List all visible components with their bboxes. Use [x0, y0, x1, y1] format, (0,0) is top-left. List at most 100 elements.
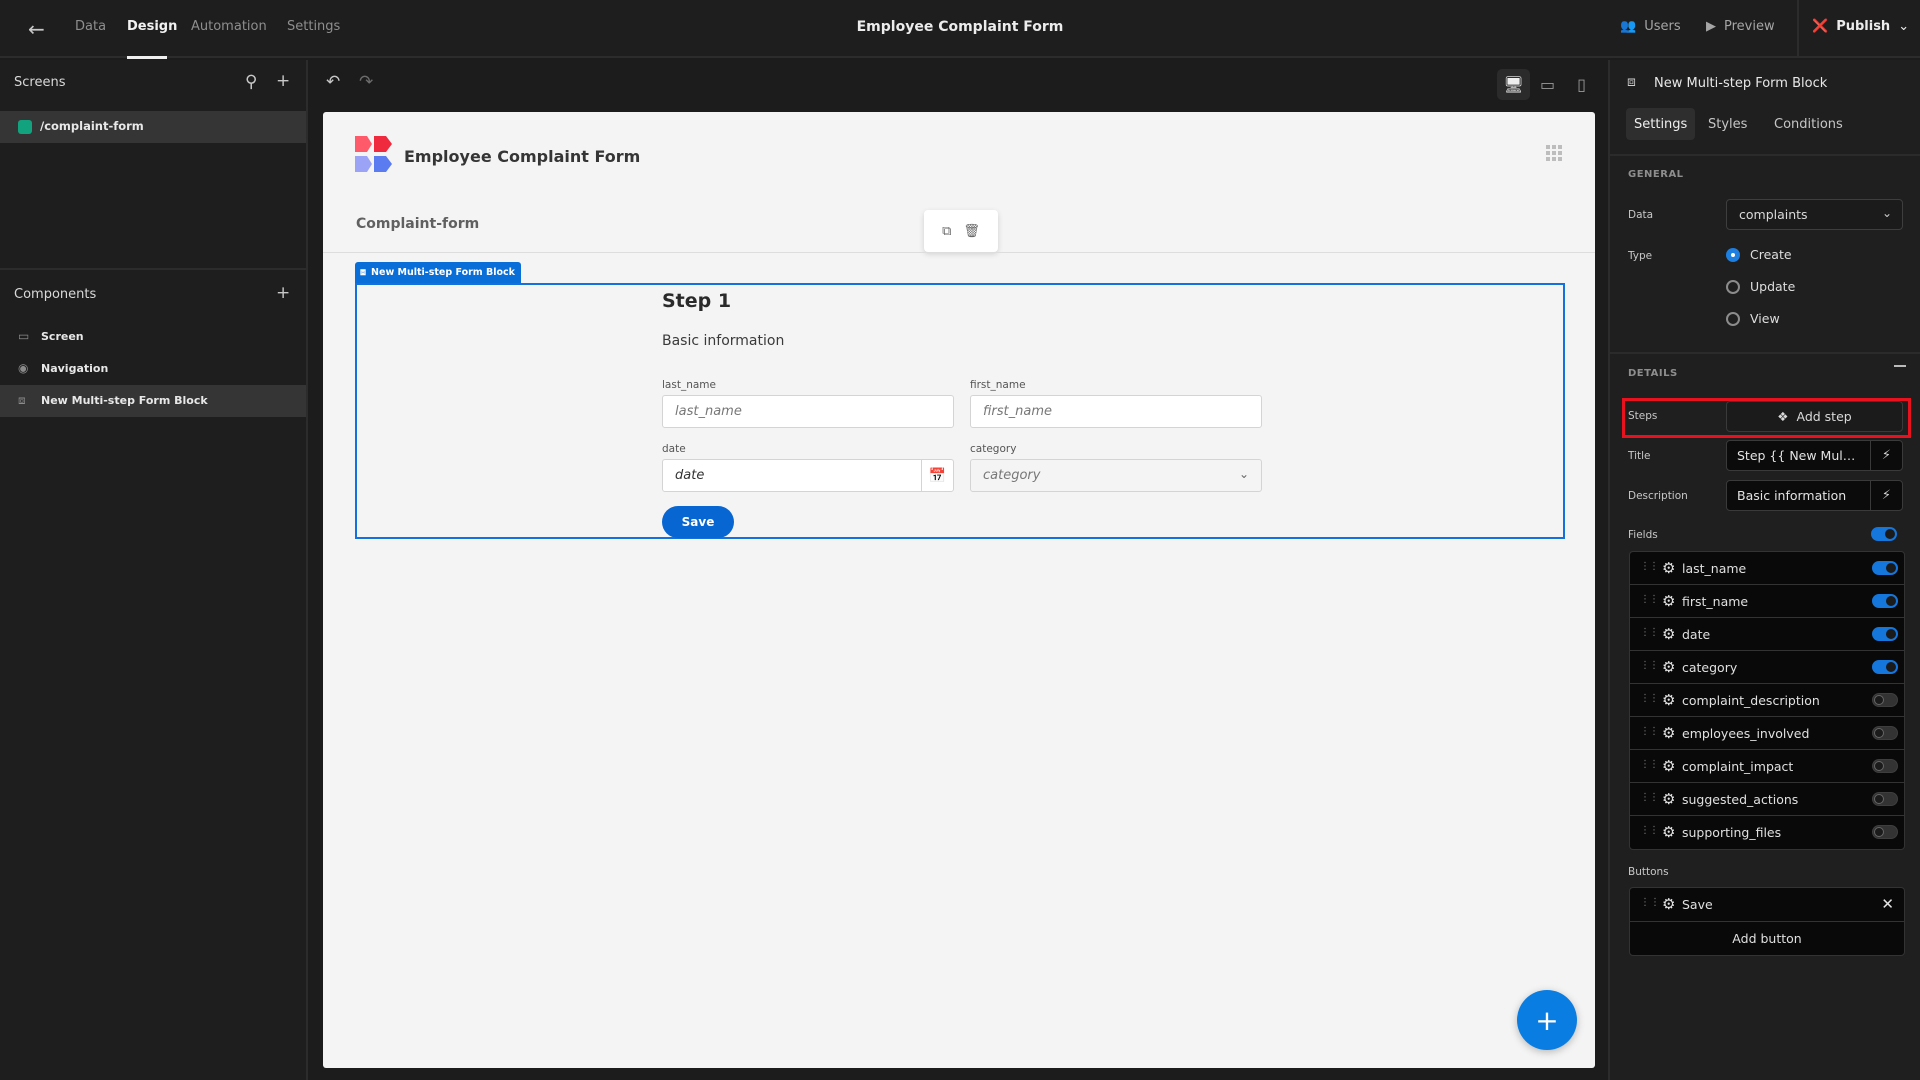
- tab-design[interactable]: Design: [127, 19, 177, 34]
- component-item-screen[interactable]: ▭ Screen: [0, 321, 306, 353]
- date-input[interactable]: date 📅: [662, 459, 954, 492]
- save-button[interactable]: Save: [662, 506, 734, 538]
- placeholder: first_name: [983, 404, 1052, 419]
- add-step-button[interactable]: ❖ Add step: [1726, 401, 1903, 432]
- screen-color-dot: [18, 120, 32, 134]
- back-arrow-icon[interactable]: ←: [28, 18, 50, 40]
- mobile-view-button[interactable]: ▯: [1565, 69, 1598, 100]
- drag-handle-icon[interactable]: ⋮⋮: [1640, 759, 1659, 770]
- type-radio-create[interactable]: Create: [1726, 247, 1792, 262]
- divider: [0, 268, 306, 270]
- fields-master-toggle[interactable]: [1871, 527, 1897, 541]
- users-button[interactable]: 👥 Users: [1620, 19, 1681, 34]
- tab-automation[interactable]: Automation: [191, 19, 267, 34]
- add-button[interactable]: Add button: [1630, 922, 1904, 955]
- redo-icon[interactable]: ↷: [359, 72, 373, 92]
- field-label-last-name: last_name: [662, 379, 716, 391]
- title-binding-input: Step {{ New Multi-step Form Block.Step }…: [1726, 440, 1903, 471]
- field-toggle[interactable]: [1872, 726, 1898, 740]
- type-radio-update[interactable]: Update: [1726, 279, 1795, 294]
- fields-list: ⋮⋮ ⚙ last_name ⋮⋮ ⚙ first_name ⋮⋮ ⚙ date ⋮⋮ ⚙ categ…: [1629, 551, 1905, 850]
- search-icon[interactable]: ⚲: [245, 72, 257, 92]
- tab-data[interactable]: Data: [75, 19, 106, 34]
- radio-icon: [1726, 279, 1740, 294]
- drag-handle-icon[interactable]: ⋮⋮: [1640, 792, 1659, 803]
- gear-icon[interactable]: ⚙: [1662, 790, 1675, 808]
- gear-icon[interactable]: ⚙: [1662, 895, 1675, 913]
- field-toggle[interactable]: [1872, 594, 1898, 608]
- field-toggle[interactable]: [1872, 627, 1898, 641]
- field-toggle[interactable]: [1872, 561, 1898, 575]
- last-name-input[interactable]: last_name: [662, 395, 954, 428]
- type-radio-view[interactable]: View: [1726, 311, 1780, 326]
- field-toggle[interactable]: [1872, 660, 1898, 674]
- drag-handle-icon[interactable]: ⋮⋮: [1640, 693, 1659, 704]
- drag-handle-icon[interactable]: ⋮⋮: [1640, 561, 1659, 572]
- gear-icon[interactable]: ⚙: [1662, 724, 1675, 742]
- gear-icon[interactable]: ⚙: [1662, 757, 1675, 775]
- component-item-navigation[interactable]: ◉ Navigation: [0, 353, 306, 385]
- gear-icon[interactable]: ⚙: [1662, 559, 1675, 577]
- field-toggle[interactable]: [1872, 825, 1898, 839]
- preview-button[interactable]: ▶ Preview: [1706, 19, 1775, 34]
- gear-icon[interactable]: ⚙: [1662, 658, 1675, 676]
- publish-button[interactable]: ❌ Publish ⌄: [1812, 19, 1909, 34]
- tab-settings[interactable]: Settings: [287, 19, 340, 34]
- component-item-multistep-form[interactable]: ⧈ New Multi-step Form Block: [0, 385, 306, 417]
- add-component-icon[interactable]: +: [276, 283, 290, 303]
- gear-icon[interactable]: ⚙: [1662, 592, 1675, 610]
- general-section-title: GENERAL: [1628, 169, 1684, 180]
- drag-handle-icon[interactable]: ⋮⋮: [1640, 627, 1659, 638]
- field-name: suggested_actions: [1682, 792, 1799, 807]
- multistep-form-block[interactable]: Step 1 Basic information last_name last_…: [355, 283, 1565, 539]
- drag-handle-icon[interactable]: ⋮⋮: [1640, 825, 1659, 836]
- details-section-title: DETAILS: [1628, 368, 1678, 379]
- buttons-list: ⋮⋮ ⚙ Save ✕ Add button: [1629, 887, 1905, 956]
- selected-block-tag[interactable]: ⧈ New Multi-step Form Block: [355, 262, 521, 283]
- undo-icon[interactable]: ↶: [326, 72, 340, 92]
- field-toggle[interactable]: [1872, 693, 1898, 707]
- page-heading: Complaint-form: [356, 216, 480, 232]
- description-value[interactable]: Basic information: [1727, 481, 1870, 510]
- screen-icon: ▭: [18, 329, 30, 343]
- tab-settings[interactable]: Settings: [1626, 108, 1696, 140]
- lightning-bolt-icon[interactable]: ⚡: [1870, 481, 1902, 510]
- title-value[interactable]: Step {{ New Multi-step Form Block.Step }…: [1727, 441, 1870, 470]
- field-row: ⋮⋮ ⚙ complaint_impact: [1630, 750, 1904, 783]
- drag-handle-icon[interactable]: ⋮⋮: [1640, 594, 1659, 605]
- trash-icon[interactable]: 🗑: [963, 224, 980, 239]
- radio-label: View: [1750, 311, 1780, 326]
- gear-icon[interactable]: ⚙: [1662, 625, 1675, 643]
- tab-conditions[interactable]: Conditions: [1766, 108, 1851, 140]
- grid-menu-icon[interactable]: [1546, 145, 1562, 161]
- step-title: Step 1: [662, 290, 732, 312]
- duplicate-icon[interactable]: ⧉: [942, 224, 951, 239]
- screen-item-complaint-form[interactable]: /complaint-form: [0, 111, 306, 143]
- field-toggle[interactable]: [1872, 792, 1898, 806]
- drag-handle-icon[interactable]: ⋮⋮: [1640, 726, 1659, 737]
- component-actions-popover: ⧉ 🗑: [924, 210, 998, 252]
- close-icon[interactable]: ✕: [1881, 895, 1894, 913]
- lightning-bolt-icon[interactable]: ⚡: [1870, 441, 1902, 470]
- first-name-input[interactable]: first_name: [970, 395, 1262, 428]
- tablet-view-button[interactable]: ▭: [1531, 69, 1564, 100]
- radio-label: Create: [1750, 247, 1792, 262]
- field-toggle[interactable]: [1872, 759, 1898, 773]
- field-name: last_name: [1682, 561, 1747, 576]
- calendar-icon[interactable]: 📅: [921, 460, 953, 491]
- drag-handle-icon[interactable]: ⋮⋮: [1640, 897, 1660, 908]
- form-block-icon: ⧈: [18, 393, 26, 407]
- category-select[interactable]: category ⌄: [970, 459, 1262, 492]
- add-screen-icon[interactable]: +: [276, 71, 290, 91]
- gear-icon[interactable]: ⚙: [1662, 691, 1675, 709]
- drag-handle-icon[interactable]: ⋮⋮: [1640, 660, 1659, 671]
- add-component-fab[interactable]: +: [1517, 990, 1577, 1050]
- data-label: Data: [1628, 209, 1654, 221]
- field-row: ⋮⋮ ⚙ supporting_files: [1630, 816, 1904, 849]
- block-tag-label: New Multi-step Form Block: [371, 267, 515, 278]
- collapse-icon[interactable]: [1894, 365, 1906, 367]
- desktop-view-button[interactable]: 🖥: [1497, 69, 1530, 100]
- data-source-select[interactable]: complaints ⌄: [1726, 199, 1903, 230]
- tab-styles[interactable]: Styles: [1700, 108, 1755, 140]
- gear-icon[interactable]: ⚙: [1662, 823, 1675, 841]
